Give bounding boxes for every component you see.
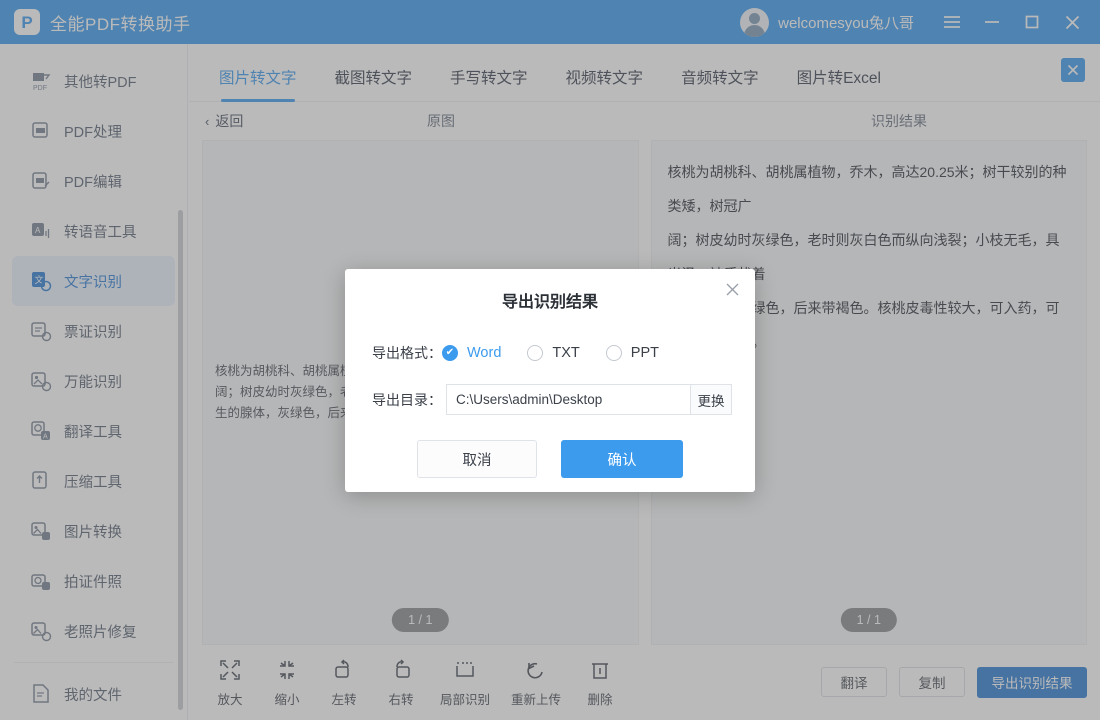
directory-label: 导出目录：: [372, 391, 442, 408]
directory-input[interactable]: C:\Users\admin\Desktop: [446, 384, 690, 415]
directory-field-group: C:\Users\admin\Desktop 更换: [446, 384, 732, 415]
radio-ppt[interactable]: PPT: [605, 345, 659, 361]
radio-txt[interactable]: TXT: [527, 345, 580, 361]
directory-row: 导出目录： C:\Users\admin\Desktop 更换: [345, 384, 755, 415]
change-directory-button[interactable]: 更换: [690, 384, 732, 415]
radio-ppt-dot: [605, 345, 622, 361]
format-row: 导出格式： ✔ Word TXT PPT: [345, 343, 755, 363]
format-label: 导出格式：: [372, 345, 442, 361]
radio-txt-dot: [527, 345, 544, 361]
radio-word-dot: ✔: [442, 345, 458, 361]
confirm-button[interactable]: 确认: [561, 440, 683, 478]
radio-word-label: Word: [467, 345, 502, 361]
export-dialog: 导出识别结果 导出格式： ✔ Word TXT PPT 导出目录： C:\Use…: [345, 269, 755, 492]
radio-ppt-label: PPT: [630, 345, 659, 361]
radio-txt-label: TXT: [552, 345, 580, 361]
dialog-buttons: 取消 确认: [345, 440, 755, 478]
check-icon: ✔: [445, 347, 455, 358]
cancel-button[interactable]: 取消: [417, 440, 537, 478]
dialog-close-icon[interactable]: [721, 278, 743, 300]
application-window: P 全能PDF转换助手 welcomesyou兔八哥 PDF 其他转PDF PD…: [0, 0, 1100, 720]
dialog-title: 导出识别结果: [501, 294, 598, 311]
radio-word[interactable]: ✔ Word: [442, 345, 501, 361]
